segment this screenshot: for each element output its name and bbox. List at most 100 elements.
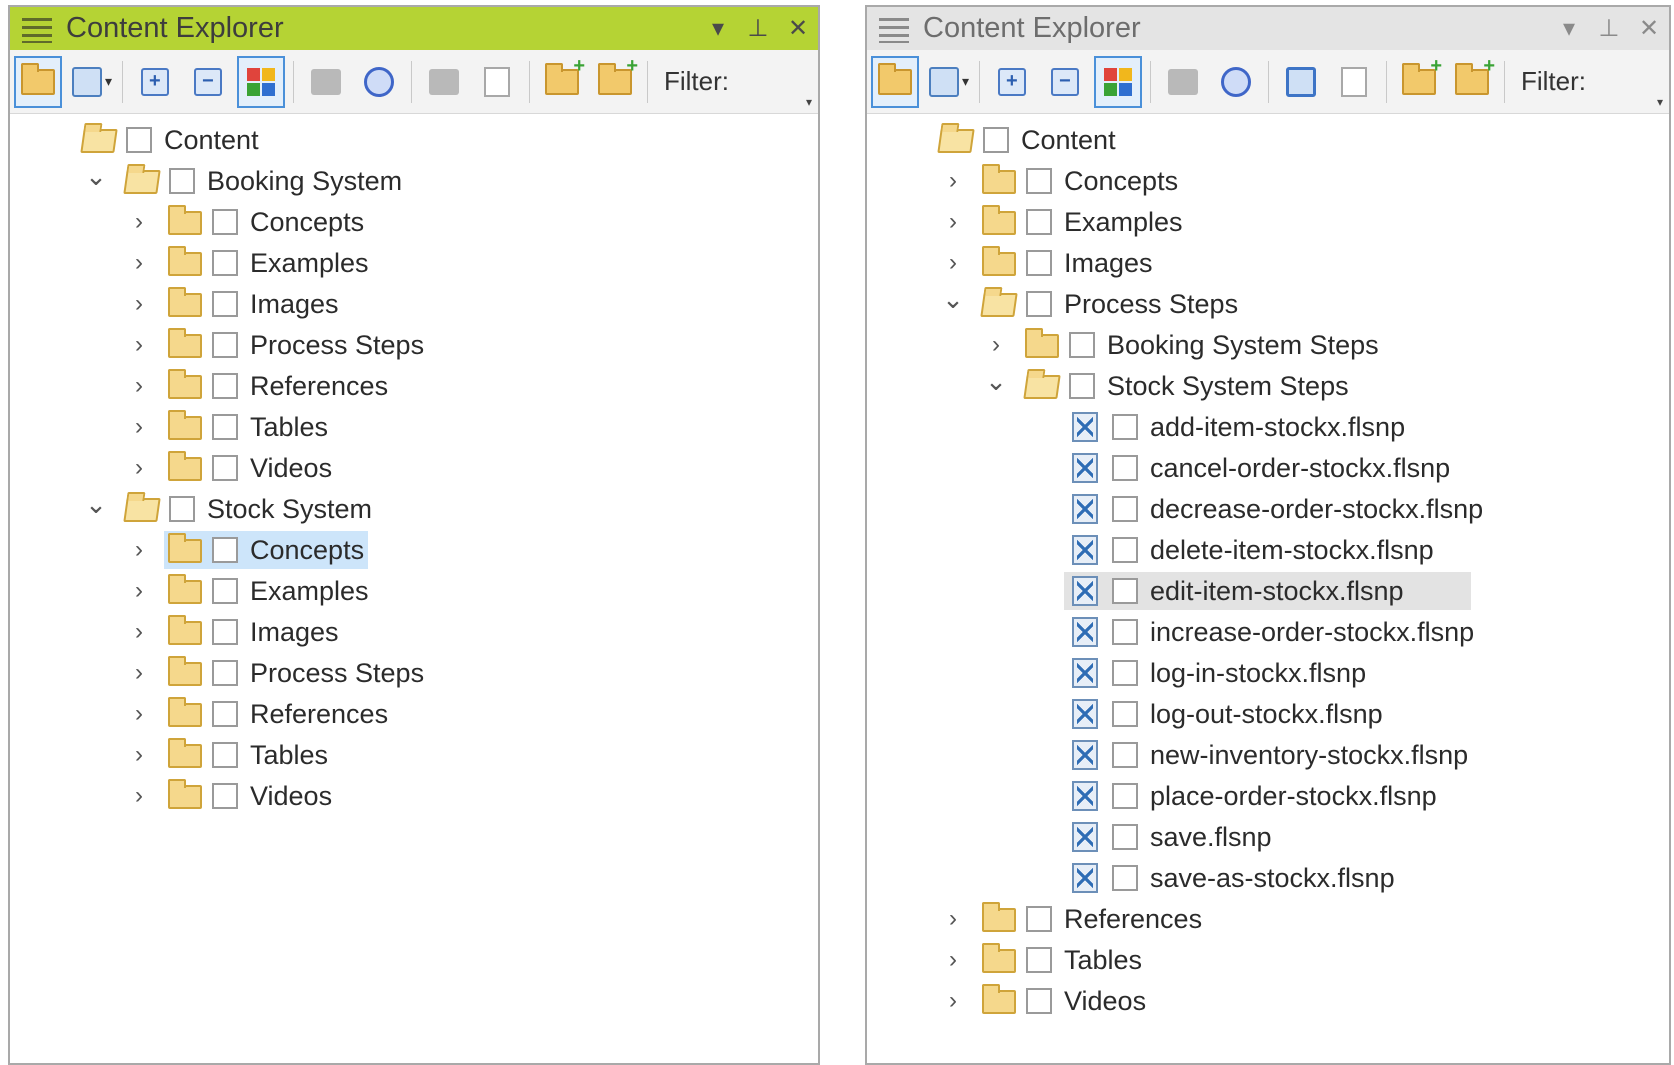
tree-item-checkbox[interactable] — [1112, 619, 1138, 645]
show-file-types-button[interactable] — [1094, 55, 1142, 108]
tree-item-checkbox[interactable] — [1112, 783, 1138, 809]
tree-item[interactable]: log-out-stockx.flsnp — [867, 695, 1669, 733]
chevron-right-icon[interactable]: › — [126, 531, 152, 569]
chevron-right-icon[interactable]: › — [983, 326, 1009, 364]
new-item-button[interactable] — [924, 56, 964, 108]
tree-item-checkbox[interactable] — [1026, 988, 1052, 1014]
tree-item[interactable]: Content — [867, 121, 1669, 159]
tree-item-checkbox[interactable] — [1026, 291, 1052, 317]
chevron-down-icon[interactable]: ⌄ — [83, 157, 109, 195]
tree-item[interactable]: › Process Steps — [10, 654, 818, 692]
chevron-down-icon[interactable]: ⌄ — [83, 485, 109, 523]
add-file-button[interactable] — [1448, 55, 1496, 108]
tree-item[interactable]: save.flsnp — [867, 818, 1669, 856]
tree-item[interactable]: decrease-order-stockx.flsnp — [867, 490, 1669, 528]
tree-item[interactable]: › Tables — [867, 941, 1669, 979]
tree-item[interactable]: cancel-order-stockx.flsnp — [867, 449, 1669, 487]
tree-item[interactable]: › References — [10, 367, 818, 405]
tree-item-checkbox[interactable] — [212, 373, 238, 399]
tree-item[interactable]: add-item-stockx.flsnp — [867, 408, 1669, 446]
move-up-button[interactable] — [302, 56, 350, 108]
tree-item[interactable]: ⌄ Booking System — [10, 161, 818, 200]
tree-item[interactable]: › Videos — [10, 449, 818, 487]
tree-item[interactable]: › Images — [10, 285, 818, 323]
tree-item[interactable]: new-inventory-stockx.flsnp — [867, 736, 1669, 774]
tree-item[interactable]: save-as-stockx.flsnp — [867, 859, 1669, 897]
tree-item-checkbox[interactable] — [1112, 496, 1138, 522]
tree-item-checkbox[interactable] — [1112, 742, 1138, 768]
tree-item[interactable]: edit-item-stockx.flsnp — [867, 572, 1669, 610]
pin-icon[interactable]: ⊥ — [1589, 14, 1629, 43]
tree-item-checkbox[interactable] — [212, 742, 238, 768]
chevron-right-icon[interactable]: › — [126, 654, 152, 692]
tree-item[interactable]: › Concepts — [10, 531, 818, 569]
link-button[interactable] — [420, 56, 468, 108]
tree-item-checkbox[interactable] — [169, 168, 195, 194]
link-button[interactable] — [1277, 56, 1325, 108]
tree-item[interactable]: › Tables — [10, 408, 818, 446]
tree-item-checkbox[interactable] — [212, 537, 238, 563]
chevron-right-icon[interactable]: › — [940, 900, 966, 938]
tree-item-checkbox[interactable] — [1026, 209, 1052, 235]
tree-item-checkbox[interactable] — [1112, 455, 1138, 481]
tree-item-checkbox[interactable] — [212, 291, 238, 317]
expand-all-button[interactable] — [131, 56, 179, 108]
tree-item-checkbox[interactable] — [126, 127, 152, 153]
tree-item[interactable]: › Concepts — [867, 162, 1669, 200]
title-bar[interactable]: Content Explorer ▾ ⊥ ✕ — [10, 7, 818, 50]
menu-icon[interactable] — [20, 14, 54, 44]
tree-item[interactable]: › Images — [10, 613, 818, 651]
menu-icon[interactable] — [877, 14, 911, 44]
filter-dropdown-icon[interactable]: ▾ — [806, 95, 812, 109]
tree-item[interactable]: place-order-stockx.flsnp — [867, 777, 1669, 815]
tree-item-checkbox[interactable] — [212, 701, 238, 727]
chevron-right-icon[interactable]: › — [126, 736, 152, 774]
chevron-down-icon[interactable]: ▾ — [962, 73, 976, 90]
tree-item[interactable]: delete-item-stockx.flsnp — [867, 531, 1669, 569]
tree-item[interactable]: ⌄ Process Steps — [867, 284, 1669, 323]
chevron-right-icon[interactable]: › — [126, 285, 152, 323]
collapse-all-button[interactable] — [1041, 56, 1089, 108]
preview-button[interactable] — [473, 56, 521, 108]
chevron-right-icon[interactable]: › — [126, 695, 152, 733]
tree-item[interactable]: increase-order-stockx.flsnp — [867, 613, 1669, 651]
show-files-button[interactable] — [14, 55, 62, 108]
filter-dropdown-icon[interactable]: ▾ — [1657, 95, 1663, 109]
tree-item-checkbox[interactable] — [212, 414, 238, 440]
tree-item[interactable]: › Examples — [10, 572, 818, 610]
tree-item[interactable]: Content — [10, 121, 818, 159]
tree-item-checkbox[interactable] — [212, 209, 238, 235]
chevron-right-icon[interactable]: › — [126, 244, 152, 282]
tree-item-checkbox[interactable] — [1026, 250, 1052, 276]
tree-item[interactable]: › Images — [867, 244, 1669, 282]
chevron-right-icon[interactable]: › — [126, 777, 152, 815]
chevron-right-icon[interactable]: › — [126, 613, 152, 651]
tree-item-checkbox[interactable] — [212, 332, 238, 358]
sync-button[interactable] — [355, 56, 403, 108]
collapse-all-button[interactable] — [184, 56, 232, 108]
tree-item-checkbox[interactable] — [1026, 947, 1052, 973]
add-file-button[interactable] — [591, 55, 639, 108]
show-file-types-button[interactable] — [237, 55, 285, 108]
tree-item-checkbox[interactable] — [212, 455, 238, 481]
chevron-right-icon[interactable]: › — [940, 203, 966, 241]
title-bar[interactable]: Content Explorer ▾ ⊥ ✕ — [867, 7, 1669, 50]
chevron-down-icon[interactable]: ⌄ — [983, 362, 1009, 400]
tree-item-checkbox[interactable] — [212, 619, 238, 645]
dropdown-icon[interactable]: ▾ — [698, 14, 738, 43]
new-folder-button[interactable] — [1395, 55, 1443, 108]
tree-item[interactable]: ⌄ Stock System Steps — [867, 366, 1669, 405]
close-icon[interactable]: ✕ — [1629, 14, 1669, 43]
chevron-right-icon[interactable]: › — [940, 941, 966, 979]
new-folder-button[interactable] — [538, 55, 586, 108]
expand-all-button[interactable] — [988, 56, 1036, 108]
tree-item[interactable]: › Videos — [867, 982, 1669, 1020]
tree-item[interactable]: › Booking System Steps — [867, 326, 1669, 364]
new-item-button[interactable] — [67, 56, 107, 108]
preview-button[interactable] — [1330, 56, 1378, 108]
move-up-button[interactable] — [1159, 56, 1207, 108]
tree-item-checkbox[interactable] — [1069, 373, 1095, 399]
tree-item-checkbox[interactable] — [1026, 906, 1052, 932]
chevron-right-icon[interactable]: › — [126, 572, 152, 610]
tree-item-checkbox[interactable] — [1112, 865, 1138, 891]
